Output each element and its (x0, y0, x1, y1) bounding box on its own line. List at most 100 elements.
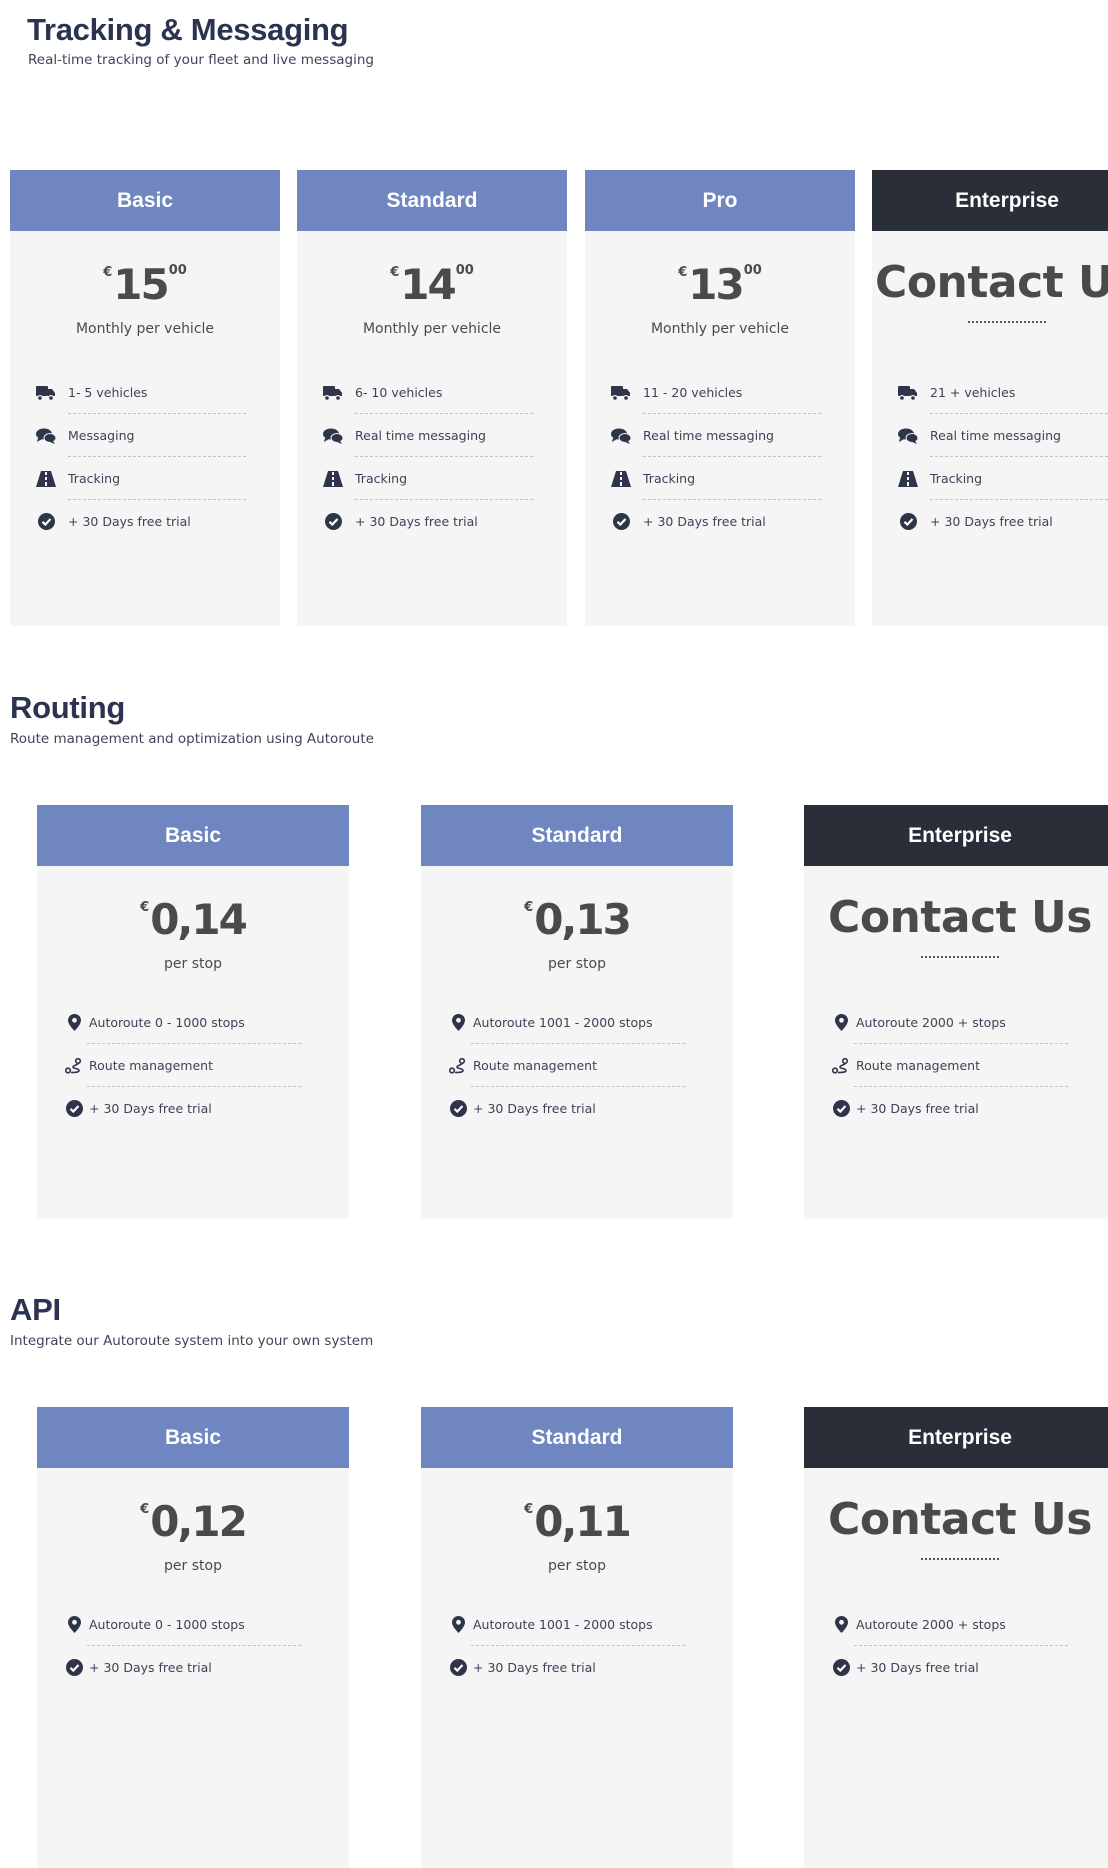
plan-name: Basic (164, 823, 222, 847)
price-unit: Monthly per vehicle (650, 321, 790, 337)
dotted-divider (921, 948, 999, 958)
feature-label: + 30 Days free trial (68, 514, 191, 529)
feature-label: + 30 Days free trial (856, 1101, 979, 1116)
price-amount: 0,11 (534, 1497, 632, 1546)
feature-label: + 30 Days free trial (856, 1660, 979, 1675)
currency-symbol: € (524, 900, 534, 915)
feature-item: + 30 Days free trial (37, 1087, 349, 1130)
feature-item: Autoroute 1001 - 2000 stops (421, 1001, 733, 1044)
currency-symbol: € (103, 265, 113, 280)
price-amount: 14 (400, 260, 456, 309)
section-title-tracking: Tracking & Messaging (27, 12, 349, 47)
feature-label: + 30 Days free trial (473, 1101, 596, 1116)
feature-label: 6- 10 vehicles (355, 385, 443, 400)
contact-us-label[interactable]: Contact Us (828, 892, 1092, 943)
plan-header: Pro (585, 170, 855, 231)
currency-symbol: € (140, 900, 150, 915)
feature-label: + 30 Days free trial (930, 514, 1053, 529)
feature-item: Messaging (10, 414, 280, 457)
contact-us-label[interactable]: Contact Us (828, 1494, 1092, 1545)
feature-label: + 30 Days free trial (643, 514, 766, 529)
price-amount: 0,13 (534, 895, 632, 944)
feature-list: 1- 5 vehicles Messaging Tracking + 30 Da… (10, 371, 280, 543)
plan-price: €1300 (585, 259, 855, 311)
feature-label: Autoroute 1001 - 2000 stops (473, 1015, 653, 1030)
feature-label: Route management (856, 1058, 980, 1073)
dotted-divider (968, 313, 1046, 323)
pricing-card-standard: Standard €1400 Monthly per vehicle 6- 10… (297, 170, 567, 626)
plan-header: Basic (37, 805, 349, 866)
feature-item: Real time messaging (297, 414, 567, 457)
feature-item: Tracking (585, 457, 855, 500)
road-icon (611, 469, 631, 489)
check-circle-icon (611, 512, 631, 532)
map-marker-icon (64, 1615, 84, 1635)
plan-header: Enterprise (872, 170, 1108, 231)
section-title-routing: Routing (10, 690, 125, 725)
feature-list: 6- 10 vehicles Real time messaging Track… (297, 371, 567, 543)
feature-label: Tracking (355, 471, 408, 486)
plan-name: Basic (116, 188, 174, 212)
map-marker-icon (831, 1013, 851, 1033)
feature-list: Autoroute 0 - 1000 stops Route managemen… (37, 1001, 349, 1130)
feature-label: Tracking (643, 471, 696, 486)
road-icon (323, 469, 343, 489)
section-subtitle-routing: Route management and optimization using … (10, 731, 374, 747)
feature-label: Tracking (68, 471, 121, 486)
feature-item: 11 - 20 vehicles (585, 371, 855, 414)
plan-name: Enterprise (908, 1425, 1012, 1449)
truck-icon (611, 383, 631, 403)
plan-header: Standard (421, 1407, 733, 1468)
feature-label: Route management (89, 1058, 213, 1073)
plan-price: €0,14 (37, 894, 349, 946)
road-icon (36, 469, 56, 489)
feature-item: + 30 Days free trial (421, 1087, 733, 1130)
check-circle-icon (64, 1658, 84, 1678)
contact-price: Contact Us (872, 257, 1108, 309)
plan-header: Enterprise (804, 1407, 1108, 1468)
comments-icon (611, 426, 631, 446)
truck-icon (898, 383, 918, 403)
plan-header: Standard (421, 805, 733, 866)
section-subtitle-api: Integrate our Autoroute system into your… (10, 1333, 374, 1349)
plan-name: Basic (164, 1425, 222, 1449)
plan-name: Enterprise (908, 823, 1012, 847)
feature-label: Autoroute 2000 + stops (856, 1015, 1006, 1030)
contact-us-label[interactable]: Contact Us (875, 257, 1108, 308)
price-unit: per stop (548, 956, 606, 972)
feature-label: Real time messaging (930, 428, 1061, 443)
price-unit: Monthly per vehicle (362, 321, 502, 337)
pricing-card-pro: Pro €1300 Monthly per vehicle 11 - 20 ve… (585, 170, 855, 626)
plan-header: Standard (297, 170, 567, 231)
check-circle-icon (448, 1099, 468, 1119)
price-unit: per stop (164, 1558, 222, 1574)
feature-list: Autoroute 2000 + stops Route management … (804, 1001, 1108, 1130)
plan-name: Standard (531, 1425, 623, 1449)
feature-item: + 30 Days free trial (421, 1646, 733, 1689)
feature-label: Real time messaging (643, 428, 774, 443)
pricing-card-basic: Basic €0,12 per stop Autoroute 0 - 1000 … (37, 1407, 349, 1868)
route-icon (831, 1056, 851, 1076)
feature-list: 11 - 20 vehicles Real time messaging Tra… (585, 371, 855, 543)
feature-item: Autoroute 1001 - 2000 stops (421, 1603, 733, 1646)
comments-icon (323, 426, 343, 446)
plan-header: Enterprise (804, 805, 1108, 866)
road-icon (898, 469, 918, 489)
plan-name: Pro (702, 188, 738, 212)
check-circle-icon (831, 1099, 851, 1119)
plan-header: Basic (37, 1407, 349, 1468)
price-cents: 00 (455, 263, 474, 278)
feature-item: + 30 Days free trial (804, 1087, 1108, 1130)
feature-item: Autoroute 0 - 1000 stops (37, 1603, 349, 1646)
feature-item: + 30 Days free trial (585, 500, 855, 543)
feature-item: Autoroute 2000 + stops (804, 1001, 1108, 1044)
feature-item: + 30 Days free trial (872, 500, 1108, 543)
pricing-card-standard: Standard €0,13 per stop Autoroute 1001 -… (421, 805, 733, 1219)
feature-item: Autoroute 0 - 1000 stops (37, 1001, 349, 1044)
map-marker-icon (64, 1013, 84, 1033)
feature-item: Autoroute 2000 + stops (804, 1603, 1108, 1646)
check-circle-icon (323, 512, 343, 532)
feature-label: Autoroute 0 - 1000 stops (89, 1617, 245, 1632)
plan-price: €1400 (297, 259, 567, 311)
feature-item: Route management (804, 1044, 1108, 1087)
